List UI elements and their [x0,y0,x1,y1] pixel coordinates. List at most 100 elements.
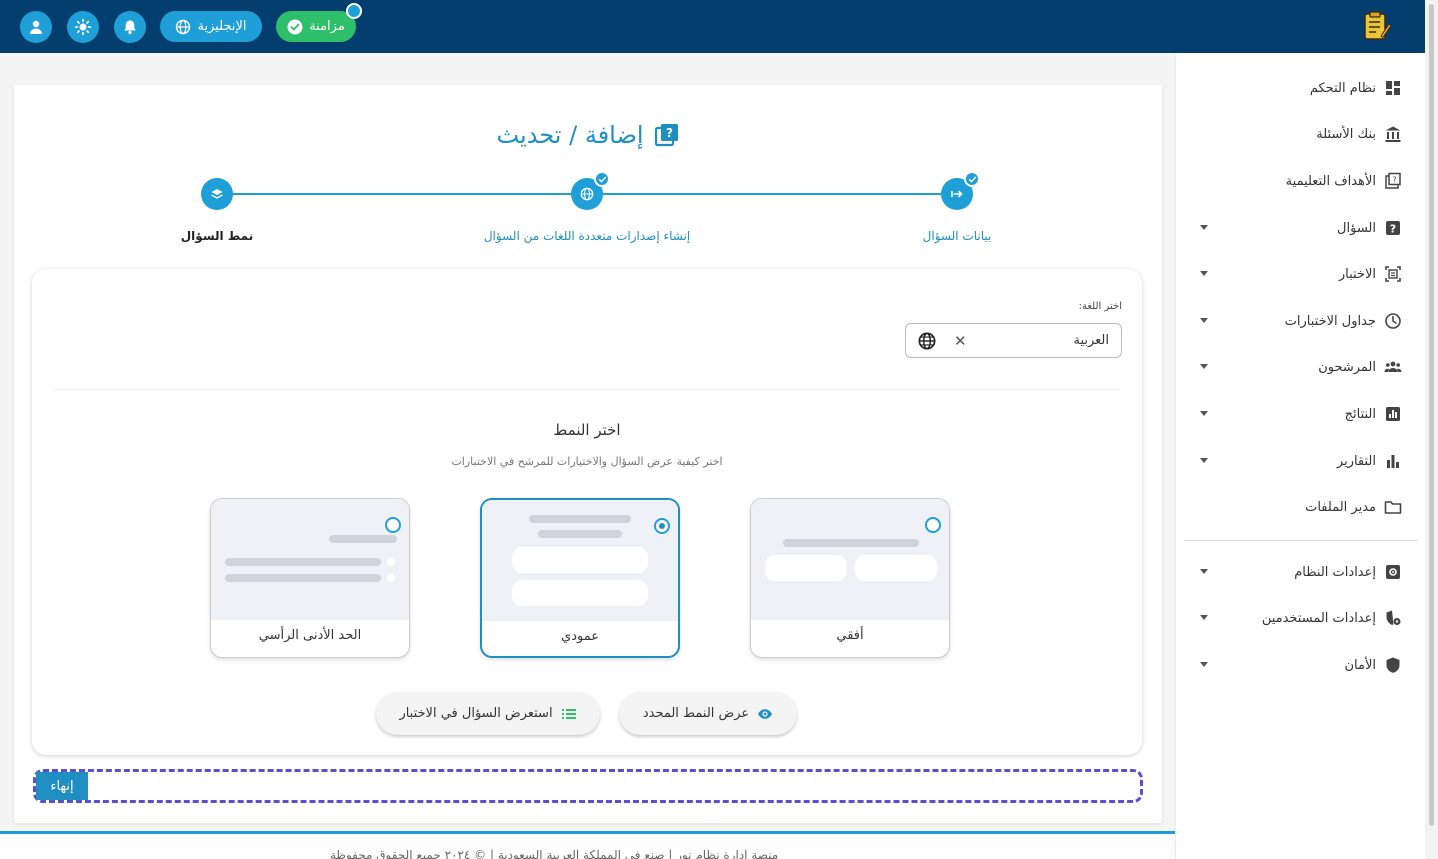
chevron-down-icon[interactable] [1200,318,1208,323]
preview-bar [538,530,622,538]
preview-dot [387,574,395,582]
language-switch-button[interactable]: الإنجليزية [160,11,262,42]
sidebar-item-label: الأهداف التعليمية [1285,173,1376,189]
clear-icon[interactable]: ✕ [954,332,967,350]
sidebar-item-label: نظام التحكم [1309,80,1376,96]
step-question-style[interactable] [201,178,233,210]
chevron-down-icon[interactable] [1200,364,1208,369]
notifications-button[interactable] [114,11,146,43]
chevron-down-icon[interactable] [1200,271,1208,276]
preview-dot [387,558,395,566]
app-logo [1364,11,1392,40]
shield-icon [1386,657,1400,673]
sidebar-item-candidates[interactable]: المرشحون [1176,347,1426,387]
preview-block [765,555,847,581]
sun-icon [74,18,92,36]
style-option-vertical[interactable]: عمودي [480,498,680,658]
chevron-down-icon[interactable] [1200,569,1208,574]
sidebar-item-reports[interactable]: التقارير [1176,441,1426,481]
exam-icon [1385,266,1401,282]
preview-block [855,555,937,581]
style-option-horizontal[interactable]: أفقي [750,498,950,658]
sidebar-item-label: إعدادات النظام [1294,564,1376,580]
sync-button[interactable]: مزامنة [276,11,356,42]
choose-style-subtitle: اختر كيفية عرض السؤال والاختيارات للمرشح… [451,455,723,468]
list-icon [561,708,576,719]
sidebar-item-label: المرشحون [1318,359,1376,375]
sidebar-item-objectives[interactable]: ? الأهداف التعليمية [1176,161,1426,201]
question-icon: ? [1386,221,1400,236]
style-option-minimal-vertical[interactable]: الحد الأدنى الرأسي [210,498,410,658]
style-option-label: عمودي [561,629,599,644]
language-select[interactable]: العربية ✕ [905,323,1122,358]
sidebar-item-security[interactable]: الأمان [1176,645,1426,685]
step-done-badge [964,171,980,187]
style-radio[interactable] [654,518,670,534]
style-radio[interactable] [385,517,401,533]
sidebar-item-label: الأمان [1344,657,1377,673]
objectives-icon: ? [1385,172,1401,189]
preview-question-in-exam-button[interactable]: استعرض السؤال في الاختبار [376,692,600,735]
sidebar-divider [1184,540,1418,541]
settings-icon [1386,565,1400,579]
chevron-down-icon[interactable] [1200,615,1208,620]
page-scrollbar-thumb[interactable] [1429,4,1434,826]
preview-bar [329,535,397,543]
style-panel: اختر اللغة: العربية ✕ اختر النمط اختر كي… [32,269,1142,755]
sidebar-item-system-settings[interactable]: إعدادات النظام [1176,552,1426,592]
user-settings-icon [1386,610,1401,625]
bell-icon [124,20,136,35]
globe-icon [580,187,594,201]
sidebar-item-results[interactable]: النتائج [1176,394,1426,434]
clock-icon [1385,313,1401,329]
style-preview [211,499,409,620]
preview-block [512,547,648,573]
preview-bar [225,558,381,566]
bank-icon [1385,126,1401,142]
check-icon [598,176,606,183]
sidebar-item-dashboard[interactable]: نظام التحكم [1176,68,1426,108]
user-menu-button[interactable] [20,11,52,43]
finish-button[interactable]: إنهاء [36,772,88,800]
arrow-right-icon [951,190,963,198]
choose-style-title: اختر النمط [553,421,621,439]
style-radio[interactable] [925,517,941,533]
chevron-down-icon[interactable] [1200,225,1208,230]
check-icon [968,176,976,183]
preview-question-in-exam-label: استعرض السؤال في الاختبار [399,706,553,721]
step-label: إنشاء إصدارات متعددة اللغات من السؤال [483,229,691,243]
finish-bar: إنهاء [33,769,1143,803]
sync-status-dot [346,3,362,19]
divider [54,389,1120,390]
reports-icon [1387,455,1399,468]
step-label: نمط السؤال [180,229,254,243]
sidebar-item-question-bank[interactable]: بنك الأسئلة [1176,114,1426,154]
globe-icon [176,19,191,34]
language-switch-label: الإنجليزية [197,19,247,34]
sidebar-item-user-settings[interactable]: إعدادات المستخدمين [1176,598,1426,638]
preview-bar [529,515,631,523]
theme-toggle-button[interactable] [67,11,99,43]
svg-text:?: ? [666,126,673,140]
chevron-down-icon[interactable] [1200,662,1208,667]
sidebar-item-exam[interactable]: الاختبار [1176,254,1426,294]
style-option-label: أفقي [836,628,864,643]
sidebar-item-file-manager[interactable]: مدير الملفات [1176,487,1426,527]
preview-block [512,580,648,606]
preview-bar [225,574,381,582]
chevron-down-icon[interactable] [1200,458,1208,463]
people-icon [1384,361,1402,372]
dashboard-icon [1386,81,1400,95]
sidebar-item-label: السؤال [1337,220,1376,236]
sidebar-item-exam-schedules[interactable]: جداول الاختبارات [1176,301,1426,341]
user-icon [30,20,42,34]
main-card: ? إضافة / تحديث بيانات السؤال إنشاء إصدا… [14,85,1162,823]
globe-icon [918,332,936,350]
sidebar-item-question[interactable]: ? السؤال [1176,208,1426,248]
chevron-down-icon[interactable] [1200,411,1208,416]
footer-divider [0,831,1175,834]
svg-text:?: ? [1392,176,1396,185]
preview-selected-style-button[interactable]: عرض النمط المحدد [619,692,797,735]
step-done-badge [594,171,610,187]
preview-bar [783,539,919,547]
